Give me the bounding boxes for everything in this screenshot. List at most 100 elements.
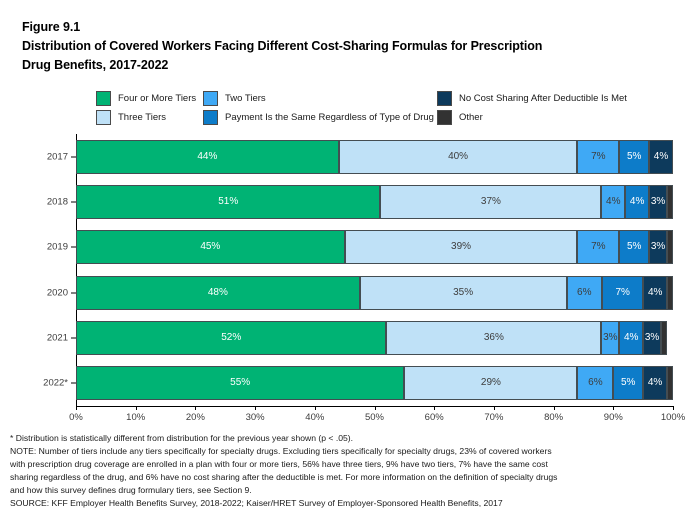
bar-segment-value: 4% — [623, 331, 639, 343]
chart-row: 2021 52% 36% 3% 4% 3% — [0, 315, 698, 360]
bar-segment: 7% — [602, 275, 644, 310]
y-axis-tick-label: 2017 — [46, 151, 68, 163]
footnote-line: and how this survey defines drug formula… — [10, 485, 252, 496]
bar-segment-value: 4% — [606, 195, 621, 207]
figure-title-line-1: Distribution of Covered Workers Facing D… — [22, 39, 543, 53]
bar-segment: 3% — [649, 184, 667, 219]
legend-item-label: Payment Is the Same Regardless of Type o… — [225, 111, 434, 123]
bar-segment: 39% — [344, 230, 578, 265]
bar-segment-value: 3% — [650, 241, 666, 253]
bar-segment: 35% — [359, 275, 567, 310]
footnote-line: SOURCE: KFF Employer Health Benefits Sur… — [10, 498, 503, 509]
bar-segment: 48% — [76, 275, 360, 310]
bar-segment: 29% — [404, 366, 578, 401]
x-axis-tick-label: 30% — [245, 412, 265, 423]
x-axis-tick-label: 0% — [69, 412, 83, 423]
x-axis-ticks: 0% 10% 20% 30% 40% 50% 60% 70% 80% 90% 100% — [0, 406, 698, 426]
bar-segment-value: 48% — [207, 286, 228, 298]
y-axis-tick-label: 2021 — [46, 332, 68, 344]
bar-segment-value: 3% — [644, 331, 660, 343]
bar-segment-value: 52% — [221, 331, 242, 343]
bar-segment-value: 7% — [591, 150, 606, 162]
bar-segment-value: 4% — [629, 195, 645, 207]
footnote-line: * Distribution is statistically differen… — [10, 433, 354, 443]
x-axis-tick-mark — [255, 406, 257, 410]
x-axis-tick-label: 20% — [185, 412, 205, 423]
bar-segment: 55% — [76, 366, 405, 401]
page-title: Figure 9.1 Distribution of Covered Worke… — [22, 18, 682, 75]
footnotes: * Distribution is statistically differen… — [10, 432, 690, 511]
bar-segment: 5% — [619, 230, 650, 265]
stacked-bar-chart: 2017 44% 40% 7% 5% 4% 2018 51% 37% 4% 4% 3% 2019 45% 3… — [0, 134, 698, 424]
x-axis-tick-mark — [314, 406, 316, 410]
footnote-line: with prescription drug coverage are enro… — [10, 459, 548, 470]
stacked-bar: 48% 35% 6% 7% 4% — [76, 275, 673, 310]
bar-segment: 4% — [643, 275, 668, 310]
y-axis-tick-label: 2020 — [46, 287, 68, 299]
bar-segment — [661, 320, 667, 355]
bar-segment-value: 6% — [577, 286, 592, 298]
bar-segment-value: 3% — [650, 195, 666, 207]
legend-item: No Cost Sharing After Deductible Is Met — [437, 89, 627, 108]
bar-segment: 7% — [577, 230, 620, 265]
bar-segment: 51% — [76, 184, 381, 219]
figure-number: Figure 9.1 — [22, 20, 81, 34]
bar-segment-value: 4% — [647, 286, 663, 298]
bar-segment: 7% — [577, 139, 620, 174]
bar-segment: 5% — [619, 139, 650, 174]
bar-segment: 3% — [643, 320, 662, 355]
bar-segment: 4% — [649, 139, 673, 174]
bar-segment: 4% — [643, 366, 667, 401]
legend-column-1: Four or More Tiers Three Tiers — [96, 89, 196, 127]
legend-item: Four or More Tiers — [96, 89, 196, 108]
bar-segment: 44% — [76, 139, 339, 174]
bar-segment: 52% — [76, 320, 387, 355]
x-axis-tick-label: 50% — [364, 412, 385, 423]
x-axis-tick-label: 80% — [544, 412, 564, 423]
figure-page: Figure 9.1 Distribution of Covered Worke… — [0, 0, 698, 525]
bar-segment: 4% — [619, 320, 644, 355]
x-axis-tick-label: 70% — [484, 412, 504, 423]
bar-segment-value: 5% — [626, 150, 642, 162]
y-axis-tick-label: 2019 — [46, 241, 68, 253]
stacked-bar: 44% 40% 7% 5% 4% — [76, 139, 673, 174]
stacked-bar: 52% 36% 3% 4% 3% — [76, 320, 673, 355]
bar-rows: 2017 44% 40% 7% 5% 4% 2018 51% 37% 4% 4% 3% 2019 45% 3… — [0, 134, 698, 406]
bar-segment — [667, 184, 673, 219]
y-axis-tick-label: 2018 — [46, 196, 68, 208]
bar-segment-value: 5% — [620, 377, 636, 389]
bar-segment-value: 37% — [480, 195, 501, 207]
chart-row: 2022* 55% 29% 6% 5% 4% — [0, 361, 698, 406]
bar-segment-value: 44% — [197, 150, 218, 162]
bar-segment: 4% — [625, 184, 650, 219]
legend-item: Two Tiers — [203, 89, 434, 108]
footnote-line: sharing regardless of the drug, and 6% h… — [10, 472, 558, 483]
bar-segment — [667, 366, 673, 401]
y-axis-tick-label: 2022* — [43, 377, 68, 389]
bar-segment: 3% — [649, 230, 667, 265]
bar-segment-value: 35% — [453, 286, 474, 298]
bar-segment-value: 55% — [230, 377, 251, 389]
chart-row: 2020 48% 35% 6% 7% 4% — [0, 270, 698, 315]
x-axis-tick-mark — [613, 406, 615, 410]
bar-segment: 6% — [566, 275, 603, 310]
stacked-bar: 55% 29% 6% 5% 4% — [76, 366, 673, 401]
bar-segment — [667, 275, 673, 310]
stacked-bar: 51% 37% 4% 4% 3% — [76, 184, 673, 219]
bar-segment: 36% — [386, 320, 602, 355]
figure-title-line-2: Drug Benefits, 2017-2022 — [22, 58, 169, 72]
bar-segment-value: 45% — [200, 241, 221, 253]
legend-item: Payment Is the Same Regardless of Type o… — [203, 108, 434, 127]
bar-segment-value: 3% — [603, 331, 618, 343]
x-axis-tick-mark — [195, 406, 197, 410]
bar-segment-value: 7% — [591, 241, 606, 253]
bar-segment-value: 36% — [483, 331, 504, 343]
legend-swatch-icon — [203, 110, 218, 125]
x-axis-tick-mark — [673, 406, 674, 410]
x-axis-tick-mark — [374, 406, 376, 410]
legend-item-label: No Cost Sharing After Deductible Is Met — [459, 92, 627, 104]
bar-segment-value: 4% — [653, 150, 669, 162]
legend-swatch-icon — [437, 110, 452, 125]
stacked-bar: 45% 39% 7% 5% 3% — [76, 230, 673, 265]
chart-row: 2019 45% 39% 7% 5% 3% — [0, 225, 698, 270]
